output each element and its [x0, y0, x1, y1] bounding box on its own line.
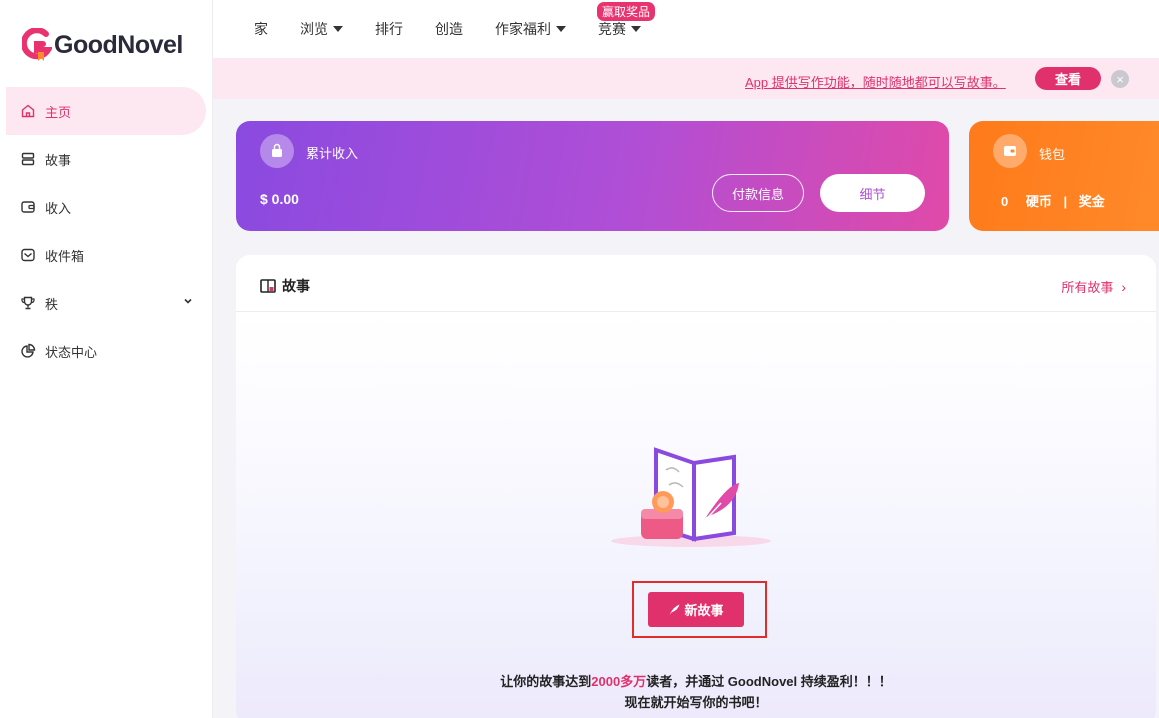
- topnav-label: 家: [254, 21, 268, 37]
- sidebar-item-home[interactable]: 主页: [6, 87, 206, 135]
- payment-info-button[interactable]: 付款信息: [712, 174, 804, 212]
- income-title: 累计收入: [306, 146, 359, 161]
- all-stories-label: 所有故事: [1061, 280, 1114, 295]
- all-stories-link[interactable]: 所有故事 ›: [1061, 277, 1126, 296]
- sidebar-item-stats[interactable]: 状态中心: [6, 327, 206, 375]
- sidebar-item-label: 秩: [45, 296, 59, 312]
- sidebar-item-inbox[interactable]: 收件箱: [6, 231, 206, 279]
- caret-down-icon: [556, 26, 566, 32]
- topnav-ranking[interactable]: 排行: [375, 19, 403, 39]
- stories-panel-header: 故事 所有故事 ›: [236, 255, 1156, 312]
- caret-down-icon: [631, 26, 641, 32]
- topnav-label: 作家福利: [495, 21, 551, 37]
- book-icon: [260, 279, 276, 293]
- prize-badge: 赢取奖品: [597, 2, 656, 21]
- notice-link[interactable]: App 提供写作功能，随时随地都可以写故事。: [745, 72, 1006, 91]
- sidebar-item-label: 状态中心: [45, 344, 98, 360]
- brand-name: GoodNovel: [54, 30, 183, 59]
- new-story-button[interactable]: 新故事: [648, 592, 744, 627]
- sidebar-item-rank[interactable]: 秩: [6, 279, 206, 327]
- stories-title-text: 故事: [282, 278, 310, 294]
- pie-chart-icon: [21, 343, 36, 358]
- topnav-create[interactable]: 创造: [435, 19, 463, 39]
- topnav-browse[interactable]: 浏览: [300, 19, 343, 39]
- promo-suffix: 读者，并通过 GoodNovel 持续盈利！！！: [646, 674, 892, 689]
- promo-line-1: 让你的故事达到2000多万读者，并通过 GoodNovel 持续盈利！！！: [236, 671, 1156, 690]
- sidebar-item-label: 收件箱: [45, 248, 85, 264]
- topnav-label: 排行: [375, 21, 403, 37]
- sidebar-item-stories[interactable]: 故事: [6, 135, 206, 183]
- stories-panel: 故事 所有故事 › 新故事 让你的故事达到2000多万读者，并通过 GoodNo…: [236, 255, 1156, 718]
- wallet-icon: [993, 134, 1027, 168]
- coins-label: 硬币: [1025, 194, 1052, 209]
- wallet-title: 钱包: [1039, 147, 1066, 162]
- wallet-separator: |: [1063, 194, 1068, 209]
- close-icon[interactable]: ×: [1111, 70, 1129, 88]
- topnav-writer-benefits[interactable]: 作家福利: [495, 19, 566, 39]
- topnav-label: 竞赛: [598, 21, 626, 37]
- sidebar-item-label: 故事: [45, 152, 72, 168]
- top-navbar: 家 浏览 排行 创造 作家福利 赢取奖品 竞赛: [213, 0, 1159, 58]
- lock-bag-icon: [260, 134, 294, 168]
- topnav-contest[interactable]: 赢取奖品 竞赛: [597, 2, 656, 39]
- income-amount: $ 0.00: [260, 191, 299, 207]
- brand-logo[interactable]: GoodNovel: [20, 27, 183, 62]
- bonus-label: 奖金: [1078, 194, 1105, 209]
- topnav-label: 创造: [435, 21, 463, 37]
- feather-pen-icon: [669, 604, 680, 615]
- stories-title: 故事: [260, 276, 310, 296]
- coins-value: 0: [1001, 194, 1009, 209]
- trophy-icon: [21, 296, 35, 310]
- app-notice-bar: App 提供写作功能，随时随地都可以写故事。 查看 ×: [213, 58, 1159, 99]
- topnav-label: 浏览: [300, 21, 328, 37]
- goodnovel-logo-icon: [20, 27, 54, 62]
- stories-icon: [21, 152, 35, 166]
- top-nav: 家 浏览 排行 创造 作家福利 赢取奖品 竞赛: [254, 2, 673, 39]
- sidebar-item-label: 收入: [45, 200, 72, 216]
- sidebar: GoodNovel 主页 故事 收入 收件箱 秩 状态中心: [0, 0, 213, 718]
- stories-empty-state: 新故事 让你的故事达到2000多万读者，并通过 GoodNovel 持续盈利！！…: [236, 312, 1156, 718]
- promo-highlight: 2000多万: [591, 674, 647, 689]
- empty-book-illustration: [611, 447, 771, 547]
- topnav-home[interactable]: 家: [254, 19, 268, 39]
- sidebar-item-income[interactable]: 收入: [6, 183, 206, 231]
- sidebar-item-label: 主页: [45, 104, 72, 120]
- inbox-icon: [21, 248, 35, 262]
- chevron-right-icon: ›: [1121, 278, 1126, 295]
- new-story-label: 新故事: [684, 603, 724, 618]
- caret-down-icon: [333, 26, 343, 32]
- promo-prefix: 让你的故事达到: [500, 674, 592, 689]
- income-card: 累计收入 $ 0.00 付款信息 细节: [236, 121, 949, 231]
- wallet-stats: 0 硬币 | 奖金: [1001, 191, 1113, 210]
- sidebar-nav: 主页 故事 收入 收件箱 秩 状态中心: [6, 87, 206, 375]
- details-button[interactable]: 细节: [820, 174, 925, 212]
- home-icon: [21, 104, 35, 118]
- wallet-card: 钱包 0 硬币 | 奖金: [969, 121, 1159, 231]
- wallet-icon: [21, 201, 35, 213]
- chevron-down-icon[interactable]: [183, 296, 193, 306]
- promo-line-2: 现在就开始写你的书吧！: [624, 695, 768, 710]
- view-button[interactable]: 查看: [1035, 67, 1101, 90]
